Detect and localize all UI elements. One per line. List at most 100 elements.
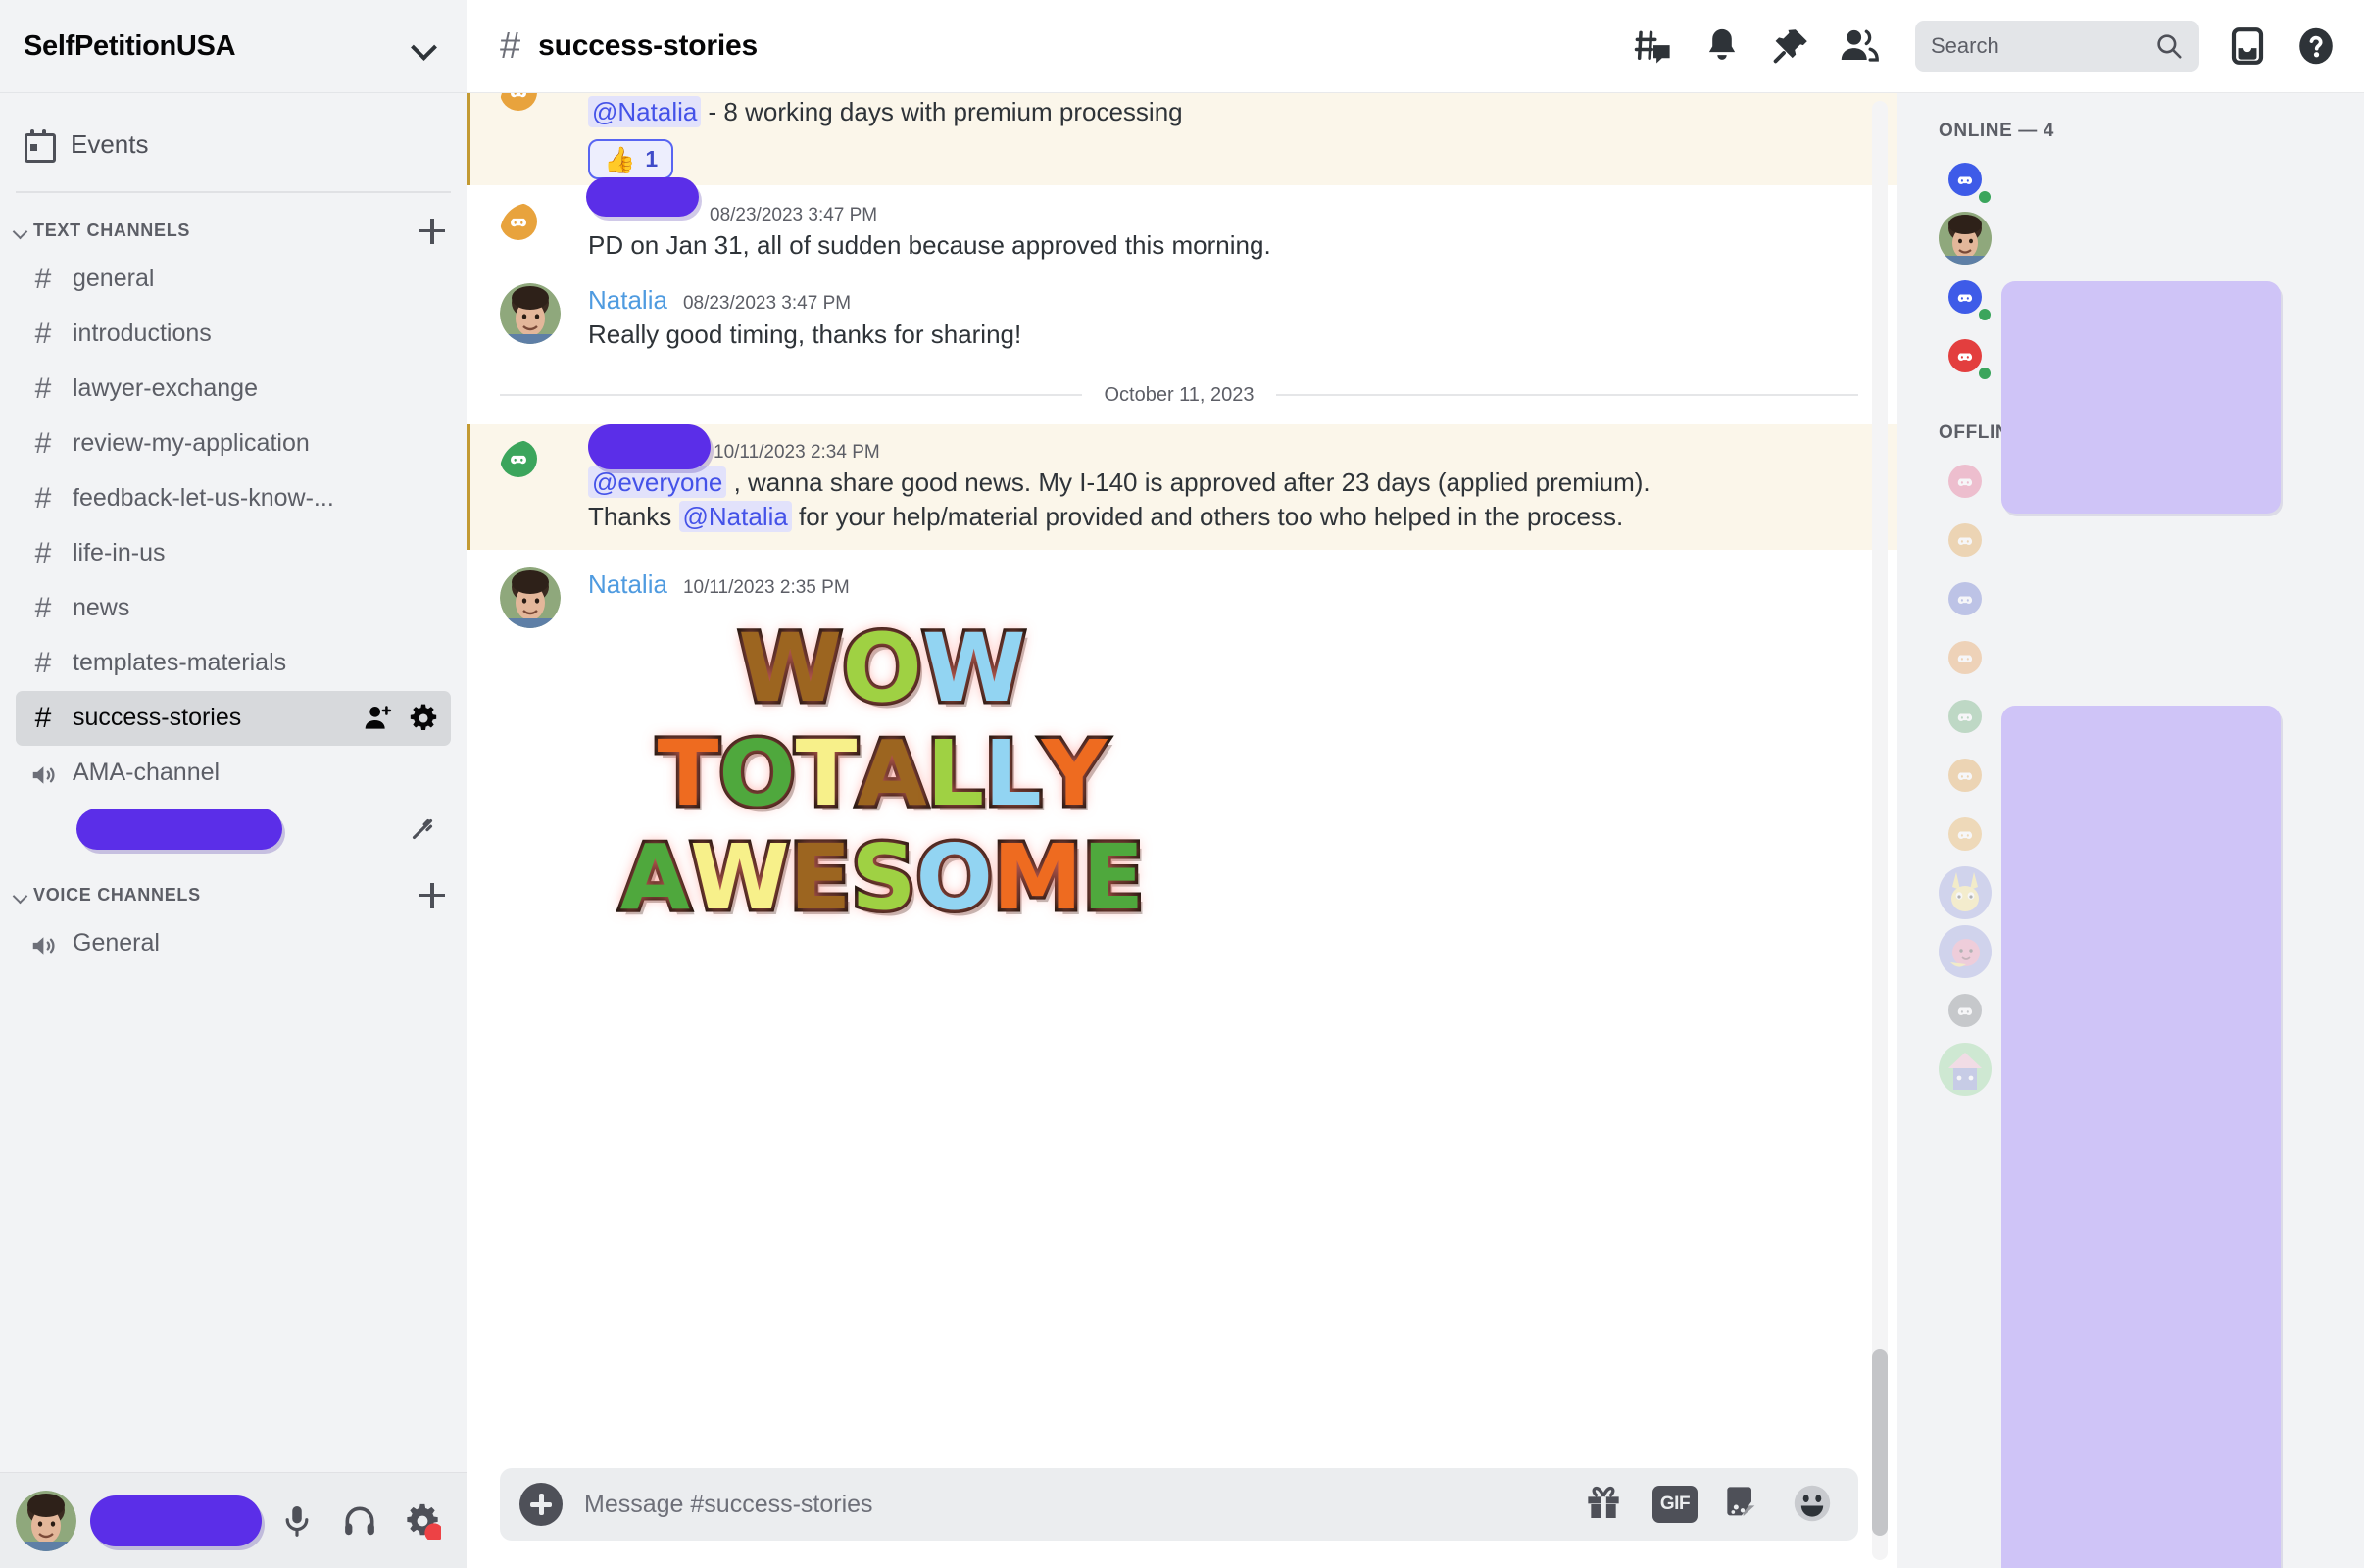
message-timestamp: 08/23/2023 3:47 PM bbox=[682, 293, 852, 315]
avatar[interactable] bbox=[500, 567, 561, 629]
category-text-channels[interactable]: TEXT CHANNELS bbox=[0, 203, 467, 252]
message-row: Natalia 10/11/2023 2:35 PM WOW TOTALLY A… bbox=[467, 550, 1897, 939]
sidebar-channel-general[interactable]: # general bbox=[16, 252, 451, 307]
channel-label: general bbox=[73, 265, 155, 292]
sidebar-channel-feedback[interactable]: # feedback-let-us-know-... bbox=[16, 471, 451, 526]
member-row[interactable] bbox=[1897, 511, 2364, 569]
composer-area: Message #success-stories GIF bbox=[467, 1456, 1897, 1568]
redaction-mark bbox=[76, 808, 282, 850]
page-title: success-stories bbox=[538, 29, 758, 62]
wow-totally-awesome-sticker[interactable]: WOW TOTALLY AWESOME bbox=[588, 613, 1176, 931]
status-online-dot bbox=[1975, 187, 1995, 207]
search-input[interactable]: Search bbox=[1915, 21, 2199, 72]
sidebar-channel-ama-channel[interactable]: AMA-channel bbox=[16, 746, 451, 801]
members-icon[interactable] bbox=[1839, 25, 1880, 67]
channel-label: General bbox=[73, 929, 160, 956]
message-text: Really good timing, thanks for sharing! bbox=[588, 319, 1022, 350]
sticker-letter: W bbox=[735, 613, 846, 724]
avatar bbox=[1939, 572, 1992, 625]
avatar bbox=[1939, 690, 1992, 743]
left-sidebar: SelfPetitionUSA Events TEXT CHANNELS # g… bbox=[0, 0, 467, 1568]
bell-icon[interactable] bbox=[1701, 25, 1743, 67]
sticker-line-3: AWESOME bbox=[588, 825, 1176, 931]
mic-muted-icon bbox=[406, 812, 439, 846]
avatar bbox=[1939, 984, 1992, 1037]
avatar[interactable] bbox=[500, 439, 561, 501]
member-row[interactable] bbox=[1897, 628, 2364, 687]
attach-plus-icon[interactable] bbox=[519, 1483, 563, 1526]
gif-button[interactable]: GIF bbox=[1652, 1486, 1698, 1523]
headphones-icon[interactable] bbox=[341, 1502, 378, 1540]
sticker-icon[interactable] bbox=[1723, 1483, 1766, 1526]
edit-channel-gear-icon[interactable] bbox=[408, 703, 439, 734]
add-voice-channel-button[interactable] bbox=[419, 882, 445, 908]
emoji-icon[interactable] bbox=[1792, 1483, 1835, 1526]
events-label: Events bbox=[71, 128, 149, 159]
avatar bbox=[1939, 153, 1995, 207]
gift-icon[interactable] bbox=[1584, 1483, 1627, 1526]
inbox-icon[interactable] bbox=[2227, 25, 2268, 67]
channel-label: templates-materials bbox=[73, 649, 287, 676]
mention-chip[interactable]: @Natalia bbox=[588, 96, 702, 127]
member-row[interactable] bbox=[1897, 150, 2364, 209]
message-scrollbar[interactable] bbox=[1872, 101, 1888, 1560]
sticker-letter: A bbox=[616, 825, 693, 931]
category-voice-channels[interactable]: VOICE CHANNELS bbox=[0, 858, 467, 916]
sidebar-channel-introductions[interactable]: # introductions bbox=[16, 307, 451, 362]
channel-label: introductions bbox=[73, 319, 212, 347]
date-divider-label: October 11, 2023 bbox=[1104, 383, 1255, 406]
server-header[interactable]: SelfPetitionUSA bbox=[0, 0, 467, 93]
avatar[interactable] bbox=[500, 93, 561, 134]
chevron-down-icon[interactable] bbox=[12, 887, 29, 905]
avatar[interactable] bbox=[500, 283, 561, 345]
message-author[interactable]: Natalia bbox=[588, 569, 667, 600]
sticker-line-2: TOTALLY bbox=[588, 721, 1176, 827]
date-divider: October 11, 2023 bbox=[500, 383, 1859, 407]
avatar bbox=[1939, 455, 1992, 508]
hash-icon: # bbox=[34, 646, 52, 679]
channel-scroll-area: Events TEXT CHANNELS # general # introdu… bbox=[0, 93, 467, 1472]
create-invite-icon[interactable] bbox=[363, 703, 394, 734]
chevron-down-icon[interactable] bbox=[12, 222, 29, 240]
avatar[interactable] bbox=[500, 203, 561, 264]
channel-label: life-in-us bbox=[73, 539, 166, 566]
sidebar-item-events[interactable]: Events bbox=[16, 117, 451, 172]
sidebar-channel-news[interactable]: # news bbox=[16, 581, 451, 636]
threads-icon[interactable] bbox=[1633, 25, 1674, 67]
message-author[interactable]: Natalia bbox=[588, 285, 667, 316]
user-panel bbox=[0, 1472, 467, 1568]
chevron-down-icon[interactable] bbox=[412, 33, 437, 59]
scrollbar-thumb[interactable] bbox=[1872, 1349, 1888, 1536]
sidebar-channel-review-my-application[interactable]: # review-my-application bbox=[16, 416, 451, 471]
message-text: PD on Jan 31, all of sudden because appr… bbox=[588, 230, 1271, 261]
sidebar-channel-life-in-us[interactable]: # life-in-us bbox=[16, 526, 451, 581]
message-input[interactable]: Message #success-stories GIF bbox=[500, 1468, 1858, 1541]
reaction-count: 1 bbox=[645, 146, 659, 172]
sidebar-channel-lawyer-exchange[interactable]: # lawyer-exchange bbox=[16, 362, 451, 416]
reaction-pill[interactable]: 👍 1 bbox=[588, 139, 674, 180]
member-row[interactable] bbox=[1897, 209, 2364, 268]
avatar bbox=[1939, 866, 1992, 919]
mention-chip[interactable]: @Natalia bbox=[678, 501, 792, 533]
category-label: TEXT CHANNELS bbox=[33, 220, 191, 240]
sidebar-channel-success-stories[interactable]: # success-stories bbox=[16, 690, 451, 746]
content-row: @Natalia - 8 working days with premium p… bbox=[467, 93, 2364, 1568]
channel-label: AMA-channel bbox=[73, 759, 221, 786]
main-column: # success-stories Search @Natalia - 8 wo… bbox=[467, 0, 2364, 1568]
member-row[interactable] bbox=[1897, 569, 2364, 628]
avatar[interactable] bbox=[16, 1490, 76, 1551]
sticker-letter: Y bbox=[1038, 721, 1110, 827]
sidebar-channel-templates-materials[interactable]: # templates-materials bbox=[16, 636, 451, 691]
pin-icon[interactable] bbox=[1770, 25, 1811, 67]
microphone-icon[interactable] bbox=[278, 1502, 316, 1540]
add-text-channel-button[interactable] bbox=[419, 218, 445, 244]
mention-chip[interactable]: @everyone bbox=[588, 466, 727, 498]
avatar bbox=[1939, 749, 1992, 802]
hash-icon: # bbox=[34, 701, 52, 734]
message-row: 10/11/2023 2:34 PM @everyone , wanna sha… bbox=[467, 423, 1897, 551]
help-icon[interactable] bbox=[2295, 25, 2337, 67]
redaction-mark-author bbox=[588, 423, 711, 469]
sidebar-channel-voice-general[interactable]: General bbox=[16, 916, 451, 971]
sticker-letter: T bbox=[792, 721, 861, 827]
gear-icon[interactable] bbox=[404, 1502, 444, 1542]
